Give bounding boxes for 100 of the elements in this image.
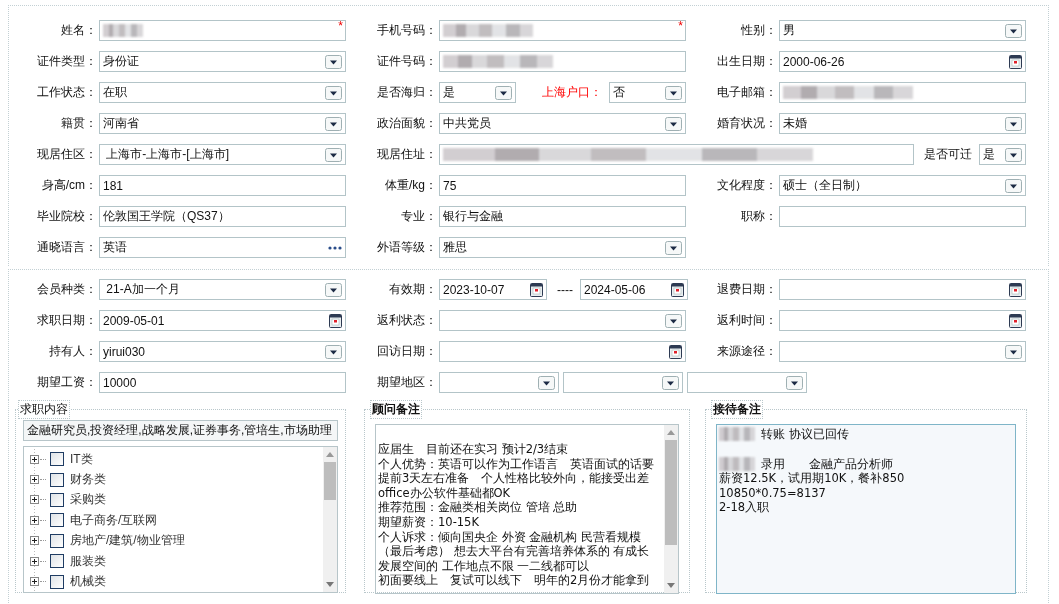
text-field[interactable]: 10000 (99, 372, 346, 393)
select-field[interactable]: 是 (979, 144, 1026, 165)
tree-item[interactable]: 机械类 (70, 573, 106, 591)
checkbox[interactable] (50, 452, 64, 467)
field-label: 工作状态： (36, 84, 98, 101)
date-field[interactable] (439, 341, 686, 362)
date-field[interactable]: 2000-06-26 (779, 51, 1026, 72)
select-field[interactable] (439, 372, 559, 393)
plus-icon[interactable] (30, 454, 39, 464)
select-field[interactable]: 雅思 (439, 237, 686, 258)
text-field[interactable]: 75 (439, 175, 686, 196)
field-label: 有效期： (388, 281, 438, 298)
field-label: 性别： (740, 22, 778, 39)
date-field[interactable]: 2009-05-01 (99, 310, 346, 331)
text-field[interactable] (439, 51, 686, 72)
date-field[interactable] (779, 279, 1026, 300)
select-field[interactable]: 未婚 (779, 113, 1026, 134)
select-field[interactable]: 河南省 (99, 113, 346, 134)
summary-field[interactable]: 金融研究员,投资经理,战略发展,证券事务,管培生,市场助理 (23, 420, 338, 441)
checkbox[interactable] (50, 574, 64, 589)
tree-item[interactable]: 财务类 (70, 471, 106, 489)
select-field[interactable]: 21-A加一个月 (99, 279, 346, 300)
select-field[interactable]: 是 (439, 82, 516, 103)
date-field[interactable]: 2024-05-06 (580, 279, 688, 300)
text-field[interactable] (439, 144, 914, 165)
select-field[interactable]: 上海市-上海市-[上海市] (99, 144, 346, 165)
calendar-icon[interactable] (329, 313, 342, 328)
field-label: 返利状态： (376, 312, 438, 329)
notes-textarea[interactable] (375, 424, 679, 594)
field-label: 毕业院校： (36, 208, 98, 225)
select-field[interactable] (779, 341, 1026, 362)
note-line: （最后考虑） 想去大平台有完善培养体系的 有成长 (378, 544, 650, 559)
scrollbar[interactable] (664, 425, 678, 593)
tree-item[interactable]: 房地产/建筑/物业管理 (70, 532, 185, 550)
text-field[interactable] (779, 206, 1026, 227)
field-label: 会员种类： (36, 281, 98, 298)
checkbox[interactable] (50, 492, 64, 507)
calendar-icon[interactable] (1009, 282, 1022, 297)
field-label: 姓名： (60, 22, 98, 39)
panel-title: 求职内容 (18, 400, 70, 419)
select-field[interactable]: 否 (609, 82, 686, 103)
text-field[interactable]: 银行与金融 (439, 206, 686, 227)
panel-title: 接待备注 (711, 400, 763, 419)
more-icon[interactable] (328, 245, 342, 250)
note-line: 2-18入职 (719, 500, 770, 515)
calendar-icon[interactable] (1009, 313, 1022, 328)
field-label: 出生日期： (716, 53, 778, 70)
tree-item[interactable]: IT类 (70, 450, 93, 468)
plus-icon[interactable] (30, 515, 39, 525)
text-field[interactable] (779, 82, 1026, 103)
select-field[interactable] (563, 372, 683, 393)
note-line: 提前3天左右准备 个人性格比较外向，能接受出差 (378, 471, 650, 486)
calendar-icon[interactable] (530, 282, 543, 297)
field-label: 通晓语言： (36, 239, 98, 256)
field-label: 来源途径： (716, 343, 778, 360)
scrollbar[interactable] (323, 447, 337, 592)
select-field[interactable] (687, 372, 807, 393)
field-label: 籍贯： (60, 115, 98, 132)
select-field[interactable]: 中共党员 (439, 113, 686, 134)
tree-item[interactable]: 服装类 (70, 552, 106, 570)
text-field[interactable]: * (439, 20, 686, 41)
panel-title: 顾问备注 (370, 400, 422, 419)
select-field[interactable]: 硕士（全日制） (779, 175, 1026, 196)
field-label: ---- (556, 282, 574, 297)
notes-textarea[interactable]: 转账 协议已回传 录用 金融产品分析师 薪资12.5K，试用期10K，餐补850 10850*0.75=8137 2-18入职 (716, 424, 1016, 594)
note-line: 发展空间的 工作地点不限 一二线都可以 (378, 558, 590, 574)
plus-icon[interactable] (30, 475, 39, 485)
plus-icon[interactable] (30, 495, 39, 505)
plus-icon[interactable] (30, 536, 39, 546)
note-line: 推荐范围：金融类相关岗位 管培 总助 (378, 500, 578, 515)
plus-icon[interactable] (30, 577, 39, 587)
text-field[interactable]: 181 (99, 175, 346, 196)
calendar-icon[interactable] (669, 344, 682, 359)
field-label: 政治面貌： (376, 115, 438, 132)
field-label: 手机号码： (376, 22, 438, 39)
calendar-icon[interactable] (671, 282, 684, 297)
checkbox[interactable] (50, 513, 64, 528)
select-field[interactable]: yirui030 (99, 341, 346, 362)
field-label: 上海户口： (541, 84, 603, 101)
tree-item[interactable]: 采购类 (70, 491, 106, 509)
select-field[interactable]: 身份证 (99, 51, 346, 72)
select-field[interactable] (439, 310, 686, 331)
date-field[interactable] (779, 310, 1026, 331)
calendar-icon[interactable] (1009, 54, 1022, 69)
text-field[interactable]: * (99, 20, 346, 41)
checkbox[interactable] (50, 554, 64, 569)
text-field[interactable]: 英语 (99, 237, 346, 258)
select-field[interactable]: 在职 (99, 82, 346, 103)
field-label: 期望工资： (36, 374, 98, 391)
field-label: 专业： (400, 208, 438, 225)
checkbox[interactable] (50, 472, 64, 487)
text-field[interactable]: 伦敦国王学院（QS37） (99, 206, 346, 227)
field-label: 持有人： (48, 343, 98, 360)
date-field[interactable]: 2023-10-07 (439, 279, 547, 300)
select-field[interactable]: 男 (779, 20, 1026, 41)
note-line: 录用 金融产品分析师 (761, 456, 893, 472)
note-line: 初面要线上 复试可以线下 明年的2月份才能拿到 (378, 573, 650, 588)
plus-icon[interactable] (30, 556, 39, 566)
tree-item[interactable]: 电子商务/互联网 (70, 511, 158, 529)
checkbox[interactable] (50, 533, 64, 548)
